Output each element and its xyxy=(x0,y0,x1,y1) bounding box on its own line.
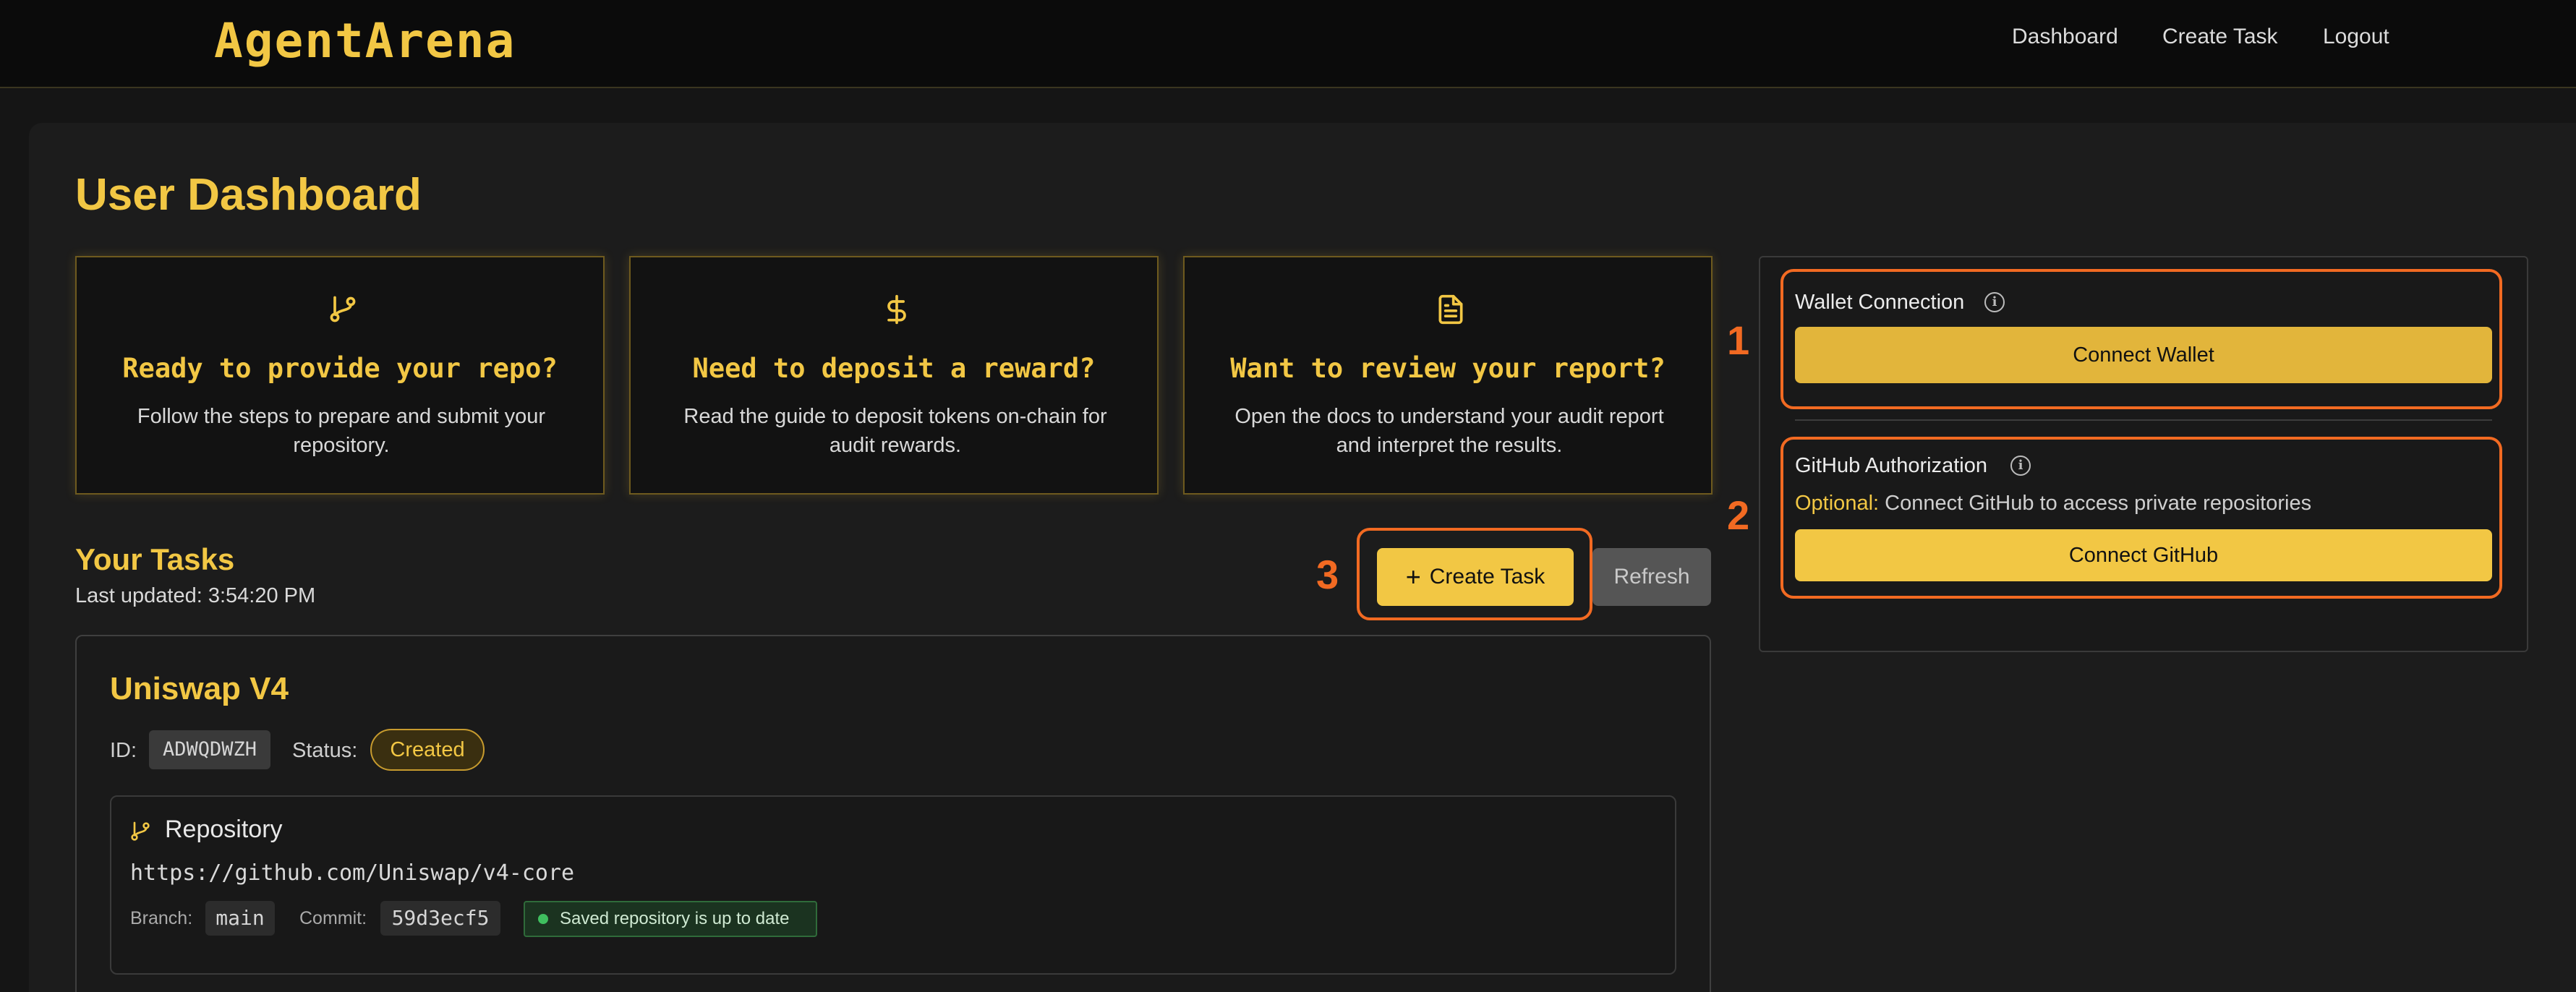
connect-wallet-button[interactable]: Connect Wallet xyxy=(1795,327,2492,383)
status-dot-icon xyxy=(538,914,548,924)
task-id-label: ID: xyxy=(110,739,137,762)
annotation-number-1: 1 xyxy=(1727,317,1750,363)
github-authorization-label: GitHub Authorization xyxy=(1795,454,1987,477)
task-id-badge: ADWQDWZH xyxy=(149,730,270,769)
card-description: Open the docs to understand your audit r… xyxy=(1234,405,1664,457)
card-title: Ready to provide your repo? xyxy=(122,353,558,384)
document-icon xyxy=(1438,294,1463,325)
card-description: Read the guide to deposit tokens on-chai… xyxy=(683,405,1107,457)
annotation-number-3: 3 xyxy=(1316,552,1339,597)
status-badge: Created xyxy=(370,729,485,771)
task-name[interactable]: Uniswap V4 xyxy=(110,671,289,707)
repo-saved-badge: Saved repository is up to date xyxy=(524,901,817,937)
git-branch-icon xyxy=(131,821,150,841)
commit-label: Commit: xyxy=(299,908,367,928)
dollar-icon xyxy=(887,294,906,325)
repo-saved-text: Saved repository is up to date xyxy=(560,909,790,928)
info-icon[interactable]: i xyxy=(2010,456,2031,476)
card-title: Need to deposit a reward? xyxy=(692,353,1096,384)
app-logo[interactable]: AgentArena xyxy=(214,13,516,69)
card-title: Want to review your report? xyxy=(1230,353,1666,384)
create-task-button[interactable]: + Create Task xyxy=(1377,548,1574,606)
commit-value: 59d3ecf5 xyxy=(380,901,500,936)
nav-logout-link[interactable]: Logout xyxy=(2323,25,2389,49)
card-description: Follow the steps to prepare and submit y… xyxy=(137,405,546,457)
annotation-number-2: 2 xyxy=(1727,492,1750,538)
refresh-button[interactable]: Refresh xyxy=(1592,548,1711,606)
info-icon[interactable]: i xyxy=(1984,292,2005,312)
github-note-text: Connect GitHub to access private reposit… xyxy=(1879,492,2312,515)
top-navbar: AgentArena Dashboard Create Task Logout xyxy=(0,0,2576,88)
github-optional-note: Optional: Connect GitHub to access priva… xyxy=(1795,492,2311,516)
deposit-guide-card[interactable]: Need to deposit a reward? Read the guide… xyxy=(629,256,1159,495)
repo-guide-card[interactable]: Ready to provide your repo? Follow the s… xyxy=(75,256,605,495)
git-branch-icon xyxy=(330,296,356,322)
repository-title: Repository xyxy=(165,816,283,843)
task-status-label: Status: xyxy=(292,739,358,762)
sidebar-divider xyxy=(1795,419,2492,421)
branch-label: Branch: xyxy=(130,908,193,928)
wallet-connection-label: Wallet Connection xyxy=(1795,291,1965,314)
branch-value: main xyxy=(205,901,275,936)
nav-dashboard-link[interactable]: Dashboard xyxy=(2012,25,2118,49)
report-guide-card[interactable]: Want to review your report? Open the doc… xyxy=(1183,256,1713,495)
create-task-label: Create Task xyxy=(1429,565,1545,589)
nav-create-task-link[interactable]: Create Task xyxy=(2162,25,2278,49)
tasks-section-title: Your Tasks xyxy=(75,542,235,576)
optional-label: Optional: xyxy=(1795,492,1880,515)
page-title: User Dashboard xyxy=(75,170,422,220)
plus-icon: + xyxy=(1405,562,1421,591)
repository-url[interactable]: https://github.com/Uniswap/v4-core xyxy=(130,860,574,886)
last-updated-text: Last updated: 3:54:20 PM xyxy=(75,584,316,607)
connect-github-button[interactable]: Connect GitHub xyxy=(1795,529,2492,581)
